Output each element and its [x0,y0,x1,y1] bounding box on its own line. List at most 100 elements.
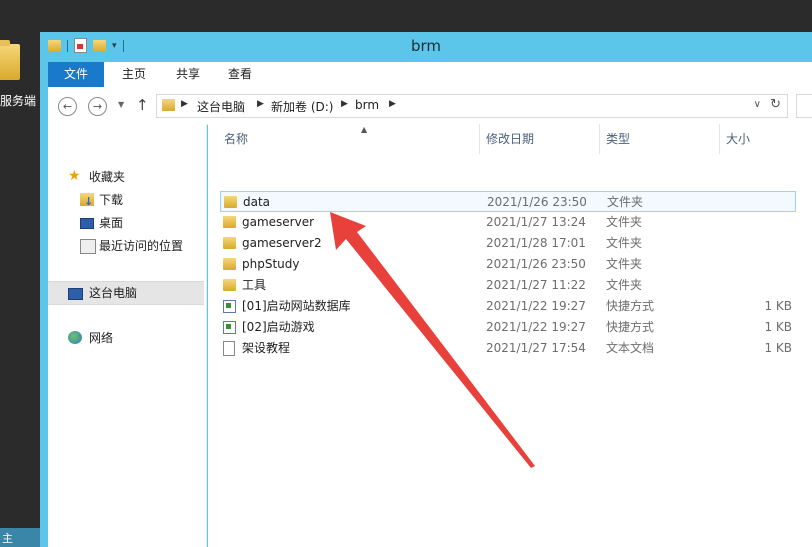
file-type: 文件夹 [606,236,643,250]
sidebar-item-label: 下载 [99,193,124,207]
file-name: data [243,195,271,209]
file-type: 文件夹 [607,195,644,209]
tab-home[interactable]: 主页 [108,62,160,87]
folder-icon [223,237,236,249]
window-title: brm [410,37,442,55]
refresh-icon[interactable]: ↻ [770,97,781,112]
breadcrumb-chevron-icon[interactable]: ▶ [341,99,348,109]
navigation-pane: ★ 收藏夹 下载 桌面 最近访问的位置 这台电脑 网络 [48,124,207,547]
file-name: phpStudy [242,257,300,271]
file-type: 文件夹 [606,257,643,271]
sidebar-item-label: 网络 [89,331,114,345]
folder-icon [223,279,236,291]
breadcrumb-brm[interactable]: brm [355,98,379,112]
sidebar-item-desktop[interactable]: 桌面 [48,212,204,234]
sidebar-item-this-pc[interactable]: 这台电脑 [48,281,204,305]
file-size: 1 KB [764,341,792,355]
desktop-icon [80,218,94,229]
sidebar-item-label: 桌面 [99,216,124,230]
navigation-bar: ← → ▼ ↑ ▶ 这台电脑 ▶ 新加卷 (D:) ▶ brm ▶ ∨ ↻ [48,87,812,125]
text-document-icon [223,341,235,356]
file-date: 2021/1/22 19:27 [486,299,586,313]
sidebar-item-favorites[interactable]: ★ 收藏夹 [48,166,204,188]
file-row-phpstudy[interactable]: phpStudy 2021/1/26 23:50 文件夹 [220,254,796,275]
column-header-label: 名称 [224,132,249,146]
file-date: 2021/1/27 17:54 [486,341,586,355]
shortcut-icon [223,300,236,313]
file-row-tools[interactable]: 工具 2021/1/27 11:22 文件夹 [220,275,796,296]
sidebar-item-network[interactable]: 网络 [48,327,204,349]
recent-locations-dropdown-icon[interactable]: ▼ [118,100,124,109]
recent-places-icon [80,239,96,254]
ribbon-tabs: 文件 主页 共享 查看 [48,62,812,87]
address-history-dropdown-icon[interactable]: ∨ [754,99,761,110]
sidebar-item-label: 这台电脑 [89,286,138,300]
file-date: 2021/1/26 23:50 [487,195,587,209]
forward-button[interactable]: → [88,97,107,116]
folder-icon [223,258,236,270]
downloads-folder-icon [80,191,94,213]
file-name: [02]启动游戏 [242,320,315,334]
breadcrumb-chevron-icon[interactable]: ▶ [389,99,396,109]
file-date: 2021/1/28 17:01 [486,236,586,250]
breadcrumb-chevron-icon[interactable]: ▶ [181,99,188,109]
file-row-gameserver2[interactable]: gameserver2 2021/1/28 17:01 文件夹 [220,233,796,254]
file-row-gameserver[interactable]: gameserver 2021/1/27 13:24 文件夹 [220,212,796,233]
desktop-folder-shortcut[interactable]: 服务端 [0,40,40,110]
network-icon [68,331,82,344]
sidebar-item-recent-places[interactable]: 最近访问的位置 [48,235,204,257]
breadcrumb-drive[interactable]: 新加卷 (D:) [271,98,333,115]
folder-icon [223,216,236,228]
back-button[interactable]: ← [58,97,77,116]
file-type: 文本文档 [606,341,655,355]
file-list-pane: 名称 ▲ 修改日期 类型 大小 data 2021/1/26 23:50 文件夹… [208,124,812,547]
column-header-type[interactable]: 类型 [606,124,716,154]
sidebar-item-downloads[interactable]: 下载 [48,189,204,213]
breadcrumb-this-pc[interactable]: 这台电脑 [197,98,245,115]
file-date: 2021/1/27 11:22 [486,278,586,292]
taskbar-label: 主 [2,532,13,545]
file-type: 快捷方式 [606,299,655,313]
file-type: 文件夹 [606,278,643,292]
address-bar[interactable]: ▶ 这台电脑 ▶ 新加卷 (D:) ▶ brm ▶ ∨ ↻ [156,94,788,118]
file-row-setup-tutorial[interactable]: 架设教程 2021/1/27 17:54 文本文档 1 KB [220,338,796,359]
file-row-start-game[interactable]: [02]启动游戏 2021/1/22 19:27 快捷方式 1 KB [220,317,796,338]
search-input[interactable] [796,94,812,118]
column-header-size[interactable]: 大小 [726,124,806,154]
breadcrumb-chevron-icon[interactable]: ▶ [257,99,264,109]
file-name: [01]启动网站数据库 [242,299,351,313]
file-date: 2021/1/26 23:50 [486,257,586,271]
file-name: 工具 [242,278,267,292]
tab-view[interactable]: 查看 [214,62,266,87]
sort-ascending-icon: ▲ [361,125,368,134]
file-name: gameserver [242,215,315,229]
file-name: 架设教程 [242,341,291,355]
file-size: 1 KB [764,299,792,313]
folder-icon [224,196,237,208]
file-type: 快捷方式 [606,320,655,334]
file-name: gameserver2 [242,236,322,250]
folder-icon [162,99,175,111]
tab-file[interactable]: 文件 [48,62,104,87]
column-divider[interactable] [599,124,600,154]
sidebar-item-label: 最近访问的位置 [99,239,184,253]
desktop-icon-label: 服务端 [0,94,37,108]
folder-icon [0,40,20,80]
file-row-data[interactable]: data 2021/1/26 23:50 文件夹 [220,191,796,212]
column-divider[interactable] [479,124,480,154]
computer-icon [68,288,83,300]
sidebar-item-label: 收藏夹 [89,170,126,184]
file-date: 2021/1/22 19:27 [486,320,586,334]
column-header-date[interactable]: 修改日期 [486,124,598,154]
title-bar[interactable]: ▾ brm [40,32,812,60]
up-one-level-button[interactable]: ↑ [136,96,149,114]
tab-share[interactable]: 共享 [162,62,214,87]
column-divider[interactable] [719,124,720,154]
taskbar-fragment[interactable]: 主 [0,528,40,547]
file-type: 文件夹 [606,215,643,229]
explorer-window: ▾ brm 文件 主页 共享 查看 ← → ▼ ↑ ▶ 这台电脑 ▶ 新加卷 (… [40,32,812,547]
shortcut-icon [223,321,236,334]
column-header-name[interactable]: 名称 ▲ [224,124,478,154]
file-size: 1 KB [764,320,792,334]
file-row-start-web-database[interactable]: [01]启动网站数据库 2021/1/22 19:27 快捷方式 1 KB [220,296,796,317]
